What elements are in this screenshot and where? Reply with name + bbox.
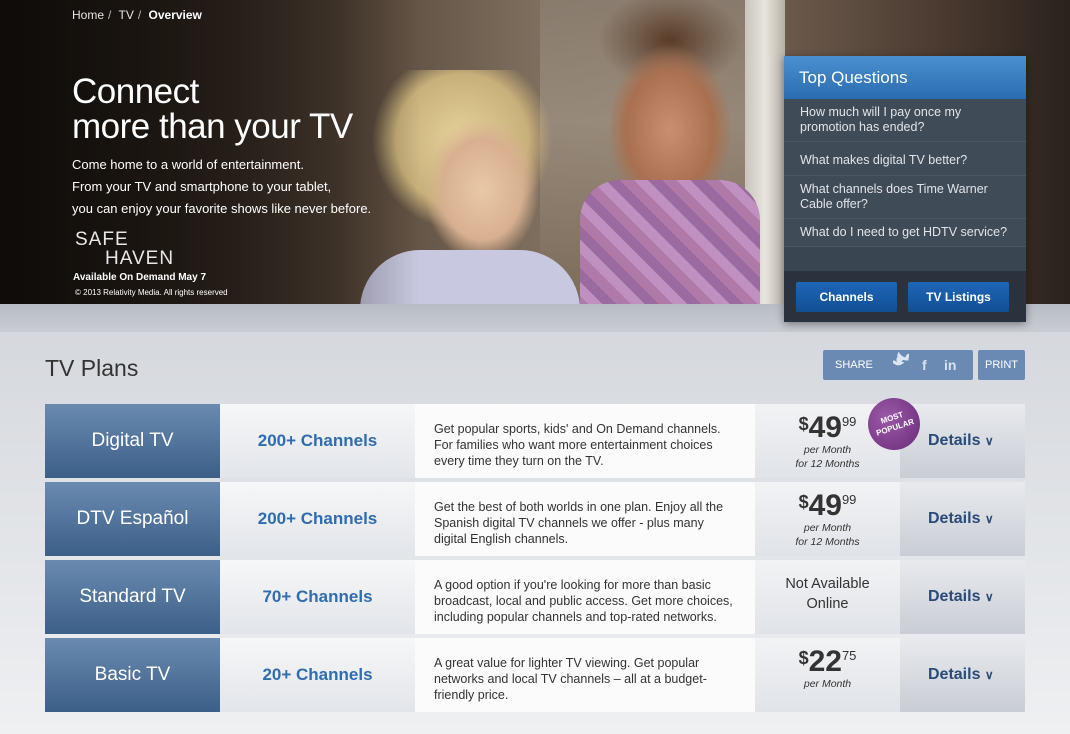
breadcrumb: Home / TV / Overview xyxy=(72,8,206,22)
chevron-down-icon: ∨ xyxy=(984,512,994,526)
print-button[interactable]: PRINT xyxy=(978,350,1025,380)
share-label: SHARE xyxy=(835,359,873,371)
movie-logo-line2: HAVEN xyxy=(105,248,175,269)
top-questions-title: Top Questions xyxy=(784,56,1026,99)
twitter-icon[interactable] xyxy=(892,350,912,390)
price-unavailable-line1: Not Available xyxy=(785,576,870,592)
price-unavailable-line2: Online xyxy=(806,596,849,612)
details-link[interactable]: Details ∨ xyxy=(900,638,1025,712)
plan-channel-count[interactable]: 200+ Channels xyxy=(220,404,415,478)
price-amount: $2275 xyxy=(755,647,900,677)
plan-description: Get the best of both worlds in one plan.… xyxy=(415,482,755,556)
breadcrumb-current: Overview xyxy=(148,8,202,22)
plan-description-text: Get the best of both worlds in one plan.… xyxy=(434,500,724,546)
copyright-text: © 2013 Relativity Media. All rights rese… xyxy=(75,288,228,297)
plan-name[interactable]: Basic TV xyxy=(45,638,220,712)
price-dollar-sign: $ xyxy=(798,414,809,434)
price-unavailable: Not Available Online xyxy=(755,574,900,614)
breadcrumb-separator: / xyxy=(108,8,112,22)
details-label: Details xyxy=(928,432,981,449)
plan-name[interactable]: Digital TV xyxy=(45,404,220,478)
question-link[interactable]: What makes digital TV better? xyxy=(784,142,1026,176)
plan-row-standard-tv: Standard TV 70+ Channels A good option i… xyxy=(45,560,1025,634)
facebook-icon[interactable]: f xyxy=(922,350,927,380)
price-dollar-sign: $ xyxy=(798,648,809,668)
chevron-down-icon: ∨ xyxy=(984,668,994,682)
plan-description-text: A good option if you're looking for more… xyxy=(434,578,733,624)
plan-price: Not Available Online xyxy=(755,560,900,634)
price-cents: 99 xyxy=(841,414,857,429)
hero-shade xyxy=(0,0,420,304)
plan-description: Get popular sports, kids' and On Demand … xyxy=(415,404,755,478)
section-title: TV Plans xyxy=(45,355,139,381)
plan-name[interactable]: DTV Español xyxy=(45,482,220,556)
plan-channel-count[interactable]: 70+ Channels xyxy=(220,560,415,634)
price-dollars: 49 xyxy=(808,411,842,444)
plan-row-dtv-espanol: DTV Español 200+ Channels Get the best o… xyxy=(45,482,1025,556)
question-link[interactable]: How much will I pay once my promotion ha… xyxy=(784,99,1026,142)
price-cents: 99 xyxy=(841,492,857,507)
chevron-down-icon: ∨ xyxy=(984,590,994,604)
plan-description-text: A great value for lighter TV viewing. Ge… xyxy=(434,656,707,702)
hero-title: Connect more than your TV xyxy=(72,74,353,144)
price-dollar-sign: $ xyxy=(798,492,809,512)
plan-price: $2275 per Month xyxy=(755,638,900,712)
top-questions-panel: Top Questions How much will I pay once m… xyxy=(784,56,1026,322)
plan-description-text: Get popular sports, kids' and On Demand … xyxy=(434,422,721,468)
question-link[interactable]: What channels does Time Warner Cable off… xyxy=(784,176,1026,219)
price-amount: $4999 xyxy=(755,491,900,521)
chevron-down-icon: ∨ xyxy=(984,434,994,448)
share-bar: SHARE f in xyxy=(823,350,973,380)
tv-listings-button[interactable]: TV Listings xyxy=(908,282,1009,312)
linkedin-icon[interactable]: in xyxy=(944,350,956,380)
details-label: Details xyxy=(928,666,981,683)
price-note-term: for 12 Months xyxy=(795,458,860,470)
plan-row-basic-tv: Basic TV 20+ Channels A great value for … xyxy=(45,638,1025,712)
details-link[interactable]: Details ∨ xyxy=(900,560,1025,634)
plan-price: $4999 per Month for 12 Months xyxy=(755,482,900,556)
plan-channel-count[interactable]: 20+ Channels xyxy=(220,638,415,712)
movie-logo: SAFE HAVEN xyxy=(75,230,174,268)
breadcrumb-tv[interactable]: TV xyxy=(118,8,133,22)
price-note-term: for 12 Months xyxy=(795,536,860,548)
top-questions-list: How much will I pay once my promotion ha… xyxy=(784,99,1026,247)
hero-subtitle-line3: you can enjoy your favorite shows like n… xyxy=(72,201,372,216)
channels-button[interactable]: Channels xyxy=(796,282,897,312)
breadcrumb-separator: / xyxy=(137,8,142,22)
plan-name[interactable]: Standard TV xyxy=(45,560,220,634)
breadcrumb-home[interactable]: Home xyxy=(72,8,104,22)
question-link[interactable]: What do I need to get HDTV service? xyxy=(784,219,1026,247)
availability-text: Available On Demand May 7 xyxy=(73,272,207,283)
hero-subtitle-line2: From your TV and smartphone to your tabl… xyxy=(72,179,332,194)
details-label: Details xyxy=(928,510,981,527)
plan-description: A great value for lighter TV viewing. Ge… xyxy=(415,638,755,712)
movie-logo-line1: SAFE xyxy=(75,229,129,250)
hero-title-line2: more than your TV xyxy=(72,107,353,146)
hero-subtitle: Come home to a world of entertainment. F… xyxy=(72,154,412,220)
price-note-monthly: per Month xyxy=(803,522,852,534)
price-dollars: 49 xyxy=(808,489,842,522)
tv-plans-section: TV Plans SHARE f in PRINT Digital TV 200… xyxy=(0,332,1070,734)
plan-description: A good option if you're looking for more… xyxy=(415,560,755,634)
price-cents: 75 xyxy=(841,648,857,663)
price-dollars: 22 xyxy=(808,645,842,678)
hero-title-line1: Connect xyxy=(72,72,199,111)
details-label: Details xyxy=(928,588,981,605)
hero-person-man-shirt xyxy=(580,180,760,304)
hero-subtitle-line1: Come home to a world of entertainment. xyxy=(72,157,304,172)
price-note-monthly: per Month xyxy=(803,678,852,690)
top-questions-actions: Channels TV Listings xyxy=(784,271,1026,322)
details-link[interactable]: Details ∨ xyxy=(900,482,1025,556)
plan-channel-count[interactable]: 200+ Channels xyxy=(220,482,415,556)
